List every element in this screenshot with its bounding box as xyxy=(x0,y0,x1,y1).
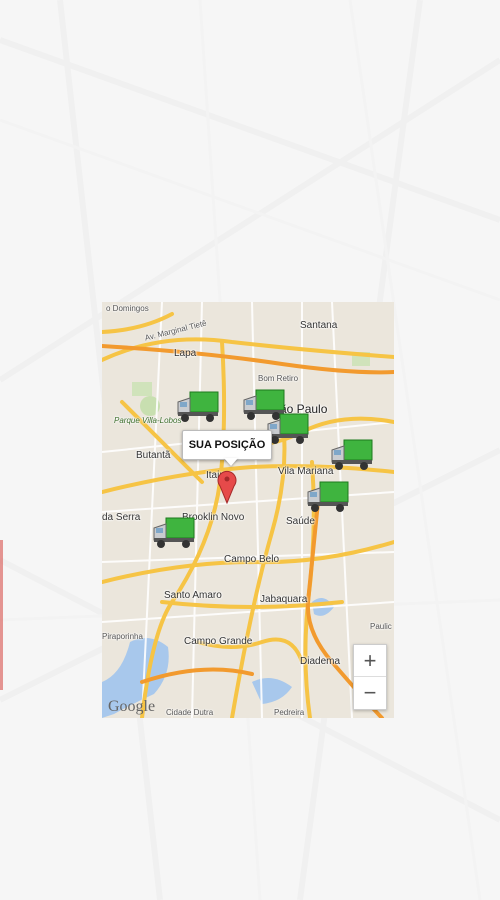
place-label: Santo Amaro xyxy=(164,590,222,601)
place-label: Saúde xyxy=(286,516,315,527)
place-label: Jabaquara xyxy=(260,594,308,605)
place-label: da Serra xyxy=(102,512,141,523)
place-label: Santana xyxy=(300,320,338,331)
place-label: Paulic xyxy=(370,622,392,631)
place-label: Vila Mariana xyxy=(278,466,334,477)
truck-icon[interactable] xyxy=(306,480,350,514)
truck-icon[interactable] xyxy=(330,438,374,472)
place-label: Diadema xyxy=(300,656,341,667)
place-label: Lapa xyxy=(174,348,197,359)
callout-tail xyxy=(224,458,238,466)
place-label: Campo Belo xyxy=(224,554,280,565)
position-callout[interactable]: SUA POSIÇÃO xyxy=(182,430,272,460)
background-accent-bar xyxy=(0,540,3,690)
map-pin-icon[interactable] xyxy=(217,470,237,504)
place-label: Bom Retiro xyxy=(258,374,299,383)
zoom-in-button[interactable]: + xyxy=(354,645,386,676)
google-logo: Google xyxy=(108,698,156,715)
truck-icon[interactable] xyxy=(152,516,196,550)
place-label: Butantã xyxy=(136,450,171,461)
zoom-out-button[interactable]: − xyxy=(354,676,386,708)
place-label: Piraporinha xyxy=(102,632,143,641)
park-label: Parque Villa-Lobos xyxy=(114,416,182,425)
place-label: Pedreira xyxy=(274,708,305,717)
map-base xyxy=(102,302,394,718)
place-label: Cidade Dutra xyxy=(166,708,214,717)
place-label: o Domingos xyxy=(106,304,149,313)
zoom-controls: + − xyxy=(353,644,387,710)
truck-icon[interactable] xyxy=(176,390,220,424)
truck-icon[interactable] xyxy=(266,412,310,446)
place-label: Campo Grande xyxy=(184,636,253,647)
map-view[interactable]: o Domingos Av. Marginal Tietê Santana La… xyxy=(102,302,394,718)
